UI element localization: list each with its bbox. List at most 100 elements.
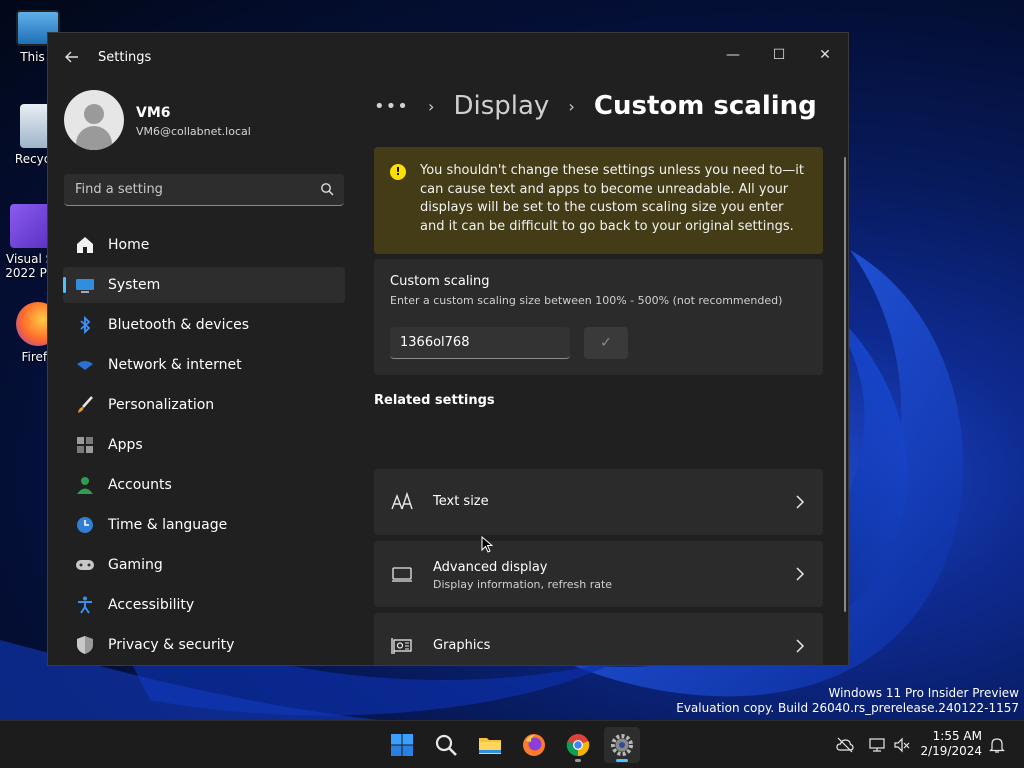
monitor-icon (392, 567, 412, 582)
sidebar-item-label: Gaming (108, 557, 163, 573)
title-bar[interactable]: Settings — ☐ ✕ (48, 33, 848, 83)
firefox-icon (523, 734, 545, 756)
network-wired-icon[interactable] (868, 736, 886, 754)
sidebar-item-system[interactable]: System (63, 267, 345, 303)
sidebar-item-accounts[interactable]: Accounts (63, 467, 345, 503)
related-item-subtitle: Display information, refresh rate (433, 578, 613, 591)
warning-text: You shouldn't change these settings unle… (420, 163, 805, 234)
apply-button[interactable]: ✓ (584, 327, 628, 359)
clock-date: 2/19/2024 (920, 744, 982, 758)
taskbar-search-button[interactable] (428, 727, 464, 763)
sidebar-item-label: Home (108, 237, 150, 253)
related-item-title: Text size (433, 494, 489, 509)
start-button[interactable] (384, 727, 420, 763)
taskbar: 1:55 AM 2/19/2024 (0, 720, 1024, 768)
graphics-link[interactable]: Graphics (374, 613, 823, 665)
system-icon (76, 279, 94, 293)
sidebar-item-bluetooth[interactable]: Bluetooth & devices (63, 307, 345, 343)
avatar (64, 90, 124, 150)
breadcrumb: ••• › Display › Custom scaling (374, 91, 817, 131)
sidebar-item-label: Network & internet (108, 357, 242, 373)
minimize-button[interactable]: — (710, 39, 756, 71)
chrome-icon (566, 734, 590, 757)
brush-icon (78, 396, 93, 413)
back-button[interactable] (62, 49, 82, 69)
related-item-title: Graphics (433, 638, 491, 653)
user-profile[interactable]: VM6 VM6@collabnet.local (64, 90, 364, 152)
chevron-right-icon (796, 567, 805, 581)
active-indicator (63, 277, 66, 293)
sidebar-item-label: Accessibility (108, 597, 195, 613)
sidebar-item-home[interactable]: Home (63, 227, 345, 263)
gamepad-icon (76, 560, 94, 570)
volume-muted-icon[interactable] (893, 736, 911, 754)
sidebar-item-gaming[interactable]: Gaming (63, 547, 345, 583)
sidebar-item-label: Privacy & security (108, 637, 235, 653)
text-size-icon (391, 491, 413, 510)
bluetooth-icon (80, 315, 91, 335)
file-explorer-button[interactable] (472, 727, 508, 763)
chevron-right-icon (796, 639, 805, 653)
user-name: VM6 (136, 105, 171, 121)
sidebar-item-accessibility[interactable]: Accessibility (63, 587, 345, 623)
shield-icon (77, 636, 93, 654)
sidebar-nav: Home System Bluetooth & devices Network … (63, 227, 345, 665)
sidebar-item-label: Bluetooth & devices (108, 317, 250, 333)
file-explorer-icon (479, 738, 501, 754)
custom-scaling-input[interactable] (390, 327, 570, 359)
back-arrow-icon (65, 51, 78, 63)
page-title: Custom scaling (593, 91, 817, 121)
apps-icon (77, 437, 93, 453)
system-clock[interactable]: 1:55 AM 2/19/2024 (916, 729, 982, 759)
cloud-offline-icon[interactable] (836, 736, 854, 754)
checkmark-icon: ✓ (600, 335, 612, 351)
chevron-right-icon (796, 495, 805, 509)
search-icon[interactable] (320, 182, 334, 196)
search-input[interactable] (64, 174, 314, 204)
main-content: ! You shouldn't change these settings un… (374, 147, 824, 665)
sidebar-item-label: Accounts (108, 477, 172, 493)
settings-icon (611, 734, 633, 756)
chevron-right-icon: › (568, 96, 575, 116)
user-email: VM6@collabnet.local (136, 125, 251, 138)
accessibility-icon (78, 596, 92, 614)
related-item-title: Advanced display (433, 560, 548, 575)
settings-button[interactable] (604, 727, 640, 763)
search-box[interactable] (64, 174, 344, 206)
sidebar-item-label: Personalization (108, 397, 215, 413)
sidebar-item-label: System (108, 277, 161, 293)
warning-banner: ! You shouldn't change these settings un… (374, 147, 823, 254)
active-app-indicator (616, 759, 628, 762)
clock-globe-icon (77, 517, 93, 533)
advanced-display-link[interactable]: Advanced display Display information, re… (374, 541, 823, 607)
firefox-button[interactable] (516, 727, 552, 763)
warning-icon: ! (390, 164, 406, 180)
accounts-icon (77, 477, 93, 494)
home-icon (77, 237, 93, 253)
breadcrumb-display-link[interactable]: Display (453, 91, 549, 121)
clock-time: 1:55 AM (932, 729, 982, 743)
sidebar-item-apps[interactable]: Apps (63, 427, 345, 463)
settings-window: Settings — ☐ ✕ VM6 VM6@collabnet.local H… (47, 32, 849, 666)
sidebar-item-label: Time & language (108, 517, 228, 533)
sidebar-item-network[interactable]: Network & internet (63, 347, 345, 383)
related-settings-heading: Related settings (374, 393, 495, 408)
sidebar-item-privacy-security[interactable]: Privacy & security (63, 627, 345, 663)
chrome-button[interactable] (560, 727, 596, 763)
custom-scaling-description: Enter a custom scaling size between 100%… (390, 294, 783, 307)
sidebar-item-label: Apps (108, 437, 143, 453)
custom-scaling-card: Custom scaling Enter a custom scaling si… (374, 259, 823, 375)
text-size-link[interactable]: Text size (374, 469, 823, 535)
sidebar-item-personalization[interactable]: Personalization (63, 387, 345, 423)
notification-bell-icon[interactable] (988, 736, 1006, 754)
scrollbar[interactable] (844, 157, 846, 612)
window-title: Settings (98, 50, 152, 65)
sidebar-item-time-language[interactable]: Time & language (63, 507, 345, 543)
breadcrumb-overflow-button[interactable]: ••• (374, 96, 409, 117)
watermark-line-2: Evaluation copy. Build 26040.rs_prerelea… (676, 701, 1019, 715)
mouse-cursor-icon (481, 536, 493, 553)
evaluation-watermark: Windows 11 Pro Insider Preview Evaluatio… (676, 686, 1019, 716)
network-icon (77, 361, 93, 370)
close-button[interactable]: ✕ (802, 39, 848, 71)
maximize-button[interactable]: ☐ (756, 39, 802, 71)
